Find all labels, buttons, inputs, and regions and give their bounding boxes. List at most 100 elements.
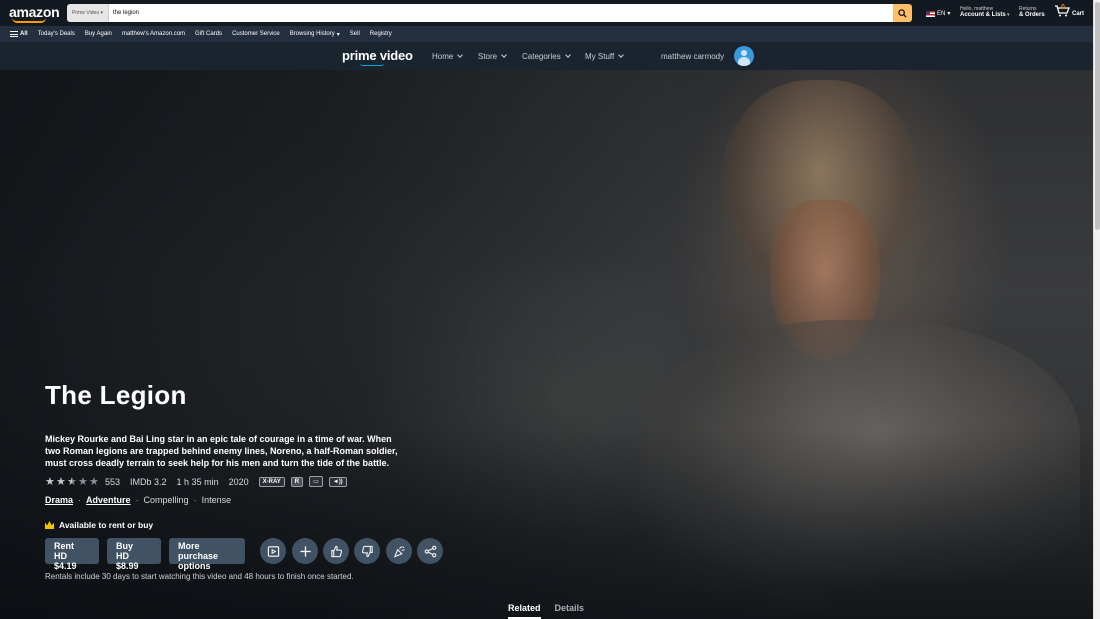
search-input[interactable]: the legion: [109, 4, 893, 22]
trailer-icon: [267, 545, 279, 557]
add-to-watchlist-button[interactable]: [292, 538, 318, 564]
cart-count: 0: [1061, 4, 1065, 11]
chevron-down-icon: [457, 52, 464, 58]
nav-gift-cards[interactable]: Gift Cards: [190, 31, 227, 37]
page: amazon Prime Video ▾ the legion EN ▾ Hell…: [0, 0, 1093, 619]
chevron-down-icon: [564, 52, 571, 58]
cart-label: Cart: [1072, 11, 1085, 17]
chevron-down-icon: ▾: [336, 31, 340, 38]
pv-menu-home[interactable]: Home: [432, 52, 464, 61]
buy-label: Buy: [116, 541, 134, 551]
orders-label: & Orders: [1019, 12, 1045, 18]
language-selector[interactable]: EN ▾: [926, 10, 950, 17]
rent-price: HD $4.19: [54, 551, 77, 571]
watch-party-button[interactable]: [386, 538, 412, 564]
all-menu-button[interactable]: All: [10, 31, 33, 37]
buy-button[interactable]: Buy HD $8.99: [107, 538, 161, 571]
star-half-icon: ★: [67, 475, 77, 488]
rent-label: Rent: [54, 541, 74, 551]
star-full-icon: ★: [45, 475, 55, 488]
language-label: EN: [937, 10, 946, 17]
page-title: The Legion: [45, 380, 187, 410]
prime-video-logo-text: prime video: [342, 48, 413, 63]
hero-gradient-overlay: [0, 70, 1093, 619]
subtitles-icon: ▭: [309, 476, 323, 487]
rental-note: Rentals include 30 days to start watchin…: [45, 572, 354, 581]
search-bar: Prime Video ▾ the legion: [67, 4, 912, 22]
search-button[interactable]: [893, 4, 912, 22]
hamburger-icon: [10, 31, 18, 37]
nav-customer-service[interactable]: Customer Service: [227, 31, 285, 37]
more-purchase-line2: options: [178, 561, 211, 571]
all-label: All: [20, 31, 28, 37]
star-empty-icon: ★: [78, 475, 88, 488]
avatar[interactable]: [734, 46, 754, 66]
tab-related[interactable]: Related: [508, 603, 541, 619]
nav-sell[interactable]: Sell: [345, 31, 365, 37]
xray-badge: X-RAY: [258, 476, 285, 487]
prime-video-nav: prime video Home Store Categories My Stu…: [0, 42, 1093, 70]
imdb-rating: IMDb 3.2: [130, 476, 167, 487]
pv-user-name[interactable]: matthew carmody: [661, 52, 724, 61]
amazon-sub-nav: All Today's Deals Buy Again matthew's Am…: [0, 26, 1093, 42]
chevron-down-icon: [618, 52, 625, 58]
separator-dot: ·: [135, 495, 139, 505]
star-full-icon: ★: [56, 475, 66, 488]
audio-description-icon: ◄)): [328, 476, 347, 487]
search-category-label: Prime Video: [71, 10, 100, 16]
us-flag-icon: [926, 10, 935, 17]
cart-link[interactable]: 0 Cart: [1054, 4, 1085, 17]
thumbs-up-icon: [330, 545, 342, 557]
nav-my-amazon[interactable]: matthew's Amazon.com: [117, 31, 190, 37]
detail-tabs: Related Details: [508, 603, 584, 619]
share-button[interactable]: [417, 538, 443, 564]
mood-compelling: Compelling: [143, 495, 189, 505]
returns-orders-link[interactable]: Returns & Orders: [1019, 6, 1045, 18]
buy-price: HD $8.99: [116, 551, 139, 571]
nav-browsing-history-label: Browsing History: [289, 31, 335, 37]
availability-notice: Available to rent or buy: [45, 520, 153, 530]
amazon-top-nav: amazon Prime Video ▾ the legion EN ▾ Hell…: [0, 0, 1093, 26]
star-empty-icon: ★: [89, 475, 99, 488]
nav-todays-deals[interactable]: Today's Deals: [33, 31, 80, 37]
maturity-rating-badge: R: [290, 476, 304, 487]
synopsis: Mickey Rourke and Bai Ling star in an ep…: [45, 434, 398, 468]
prime-video-logo[interactable]: prime video: [342, 48, 413, 66]
page-scrollbar[interactable]: [1093, 0, 1100, 619]
nav-buy-again[interactable]: Buy Again: [80, 31, 117, 37]
trailer-button[interactable]: [260, 538, 286, 564]
scrollbar-thumb[interactable]: [1095, 2, 1100, 230]
star-rating[interactable]: ★ ★ ★ ★ ★: [45, 475, 99, 488]
plus-icon: [299, 545, 311, 557]
pv-menu-categories-label: Categories: [522, 52, 561, 61]
account-lists-menu[interactable]: Hello, matthew Account & Lists ▾: [960, 6, 1010, 18]
genre-link-drama[interactable]: Drama: [45, 495, 73, 505]
runtime: 1 h 35 min: [176, 476, 219, 487]
availability-text: Available to rent or buy: [59, 520, 154, 530]
more-purchase-options-button[interactable]: More purchase options: [169, 538, 245, 571]
amazon-smile-icon: [12, 18, 46, 23]
rating-count[interactable]: 553: [105, 477, 120, 487]
separator-dot: ·: [78, 495, 82, 505]
release-year: 2020: [228, 476, 249, 487]
nav-browsing-history[interactable]: Browsing History ▾: [285, 31, 345, 38]
chevron-down-icon: [501, 52, 507, 58]
pv-menu-categories[interactable]: Categories: [522, 52, 571, 61]
store-crown-icon: [45, 521, 54, 529]
rent-button[interactable]: Rent HD $4.19: [45, 538, 99, 571]
share-icon: [424, 545, 436, 557]
amazon-logo[interactable]: amazon: [9, 4, 60, 23]
mood-intense: Intense: [201, 495, 232, 505]
pv-menu-store[interactable]: Store: [478, 52, 507, 61]
dislike-button[interactable]: [354, 538, 380, 564]
party-popper-icon: [393, 545, 405, 558]
search-category-dropdown[interactable]: Prime Video ▾: [67, 4, 109, 22]
more-purchase-line1: More purchase: [178, 541, 219, 561]
nav-registry[interactable]: Registry: [365, 31, 397, 37]
hero-backdrop: [0, 70, 1093, 619]
tab-details[interactable]: Details: [555, 603, 585, 619]
prime-smile-icon: [360, 63, 384, 66]
pv-menu-my-stuff[interactable]: My Stuff: [585, 52, 625, 61]
genre-link-adventure[interactable]: Adventure: [86, 495, 131, 505]
like-button[interactable]: [323, 538, 349, 564]
